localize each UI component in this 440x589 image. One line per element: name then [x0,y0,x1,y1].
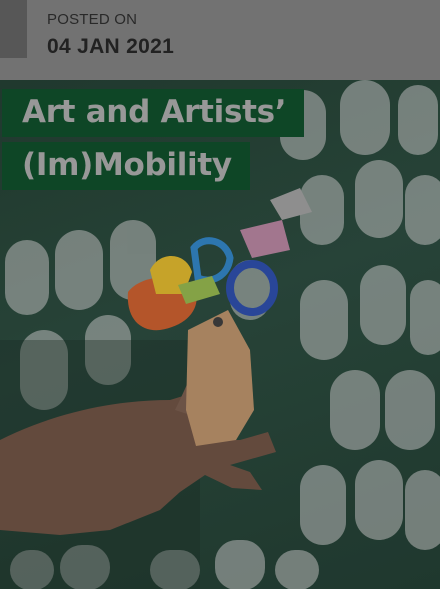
article-title-line-2[interactable]: (Im)Mobility [2,142,250,190]
article-title-line-1[interactable]: Art and Artists’ [2,89,305,137]
post-card: POSTED ON 04 JAN 2021 Art and Artists’ (… [0,0,440,589]
posted-date: 04 JAN 2021 [47,35,175,58]
post-meta-header: POSTED ON 04 JAN 2021 [0,0,440,80]
posted-on-label: POSTED ON [47,11,138,28]
post-meta-accent [0,0,27,58]
paper-tag [186,310,254,446]
hero-image[interactable]: Art and Artists’ (Im)Mobility [0,80,440,589]
